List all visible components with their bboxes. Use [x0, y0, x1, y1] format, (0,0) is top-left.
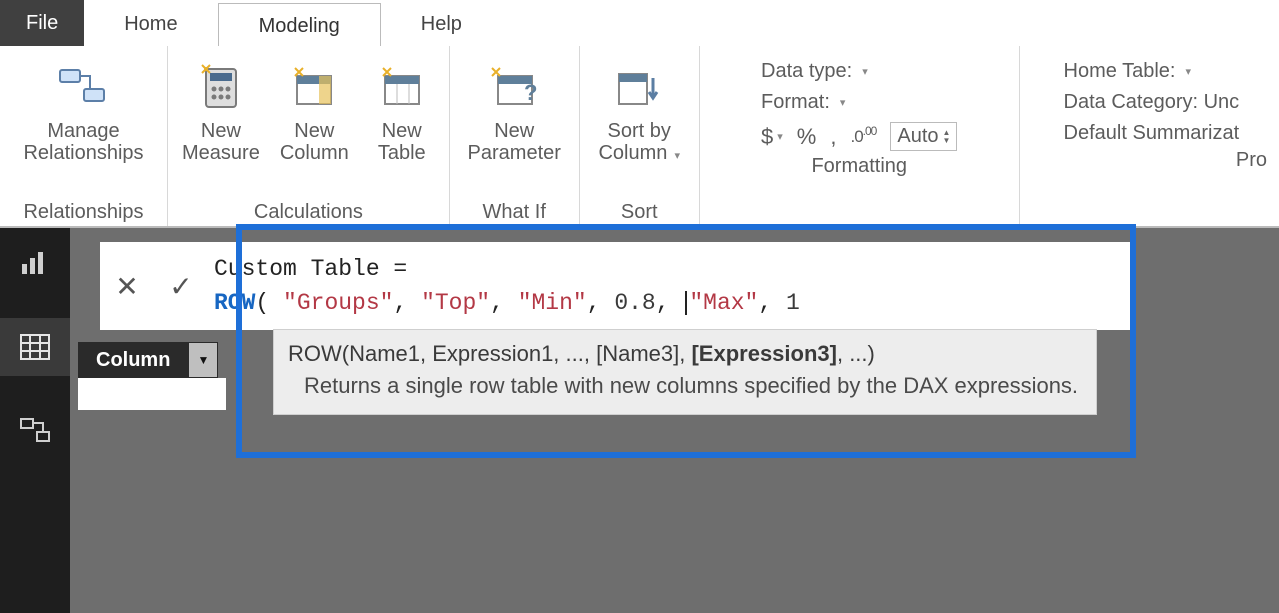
sort-by-column-button[interactable]: Sort by Column ▾	[592, 56, 686, 171]
default-summarization-dropdown[interactable]: Default Summarizat	[1064, 122, 1240, 145]
new-table-icon	[375, 60, 429, 114]
new-column-icon	[287, 60, 341, 114]
group-label-relationships: Relationships	[23, 197, 143, 226]
view-switcher	[0, 228, 70, 613]
chevron-down-icon: ▾	[1185, 65, 1191, 78]
chevron-down-icon[interactable]: ▼	[189, 343, 217, 377]
manage-relationships-button[interactable]: Manage Relationships	[17, 56, 149, 168]
currency-button[interactable]: $ ▾	[761, 124, 783, 150]
new-parameter-button[interactable]: ? New Parameter	[462, 56, 567, 168]
spinner-icon[interactable]: ▲▼	[943, 129, 951, 145]
sort-icon	[612, 60, 666, 114]
tab-home[interactable]: Home	[84, 2, 217, 46]
ribbon: Manage Relationships Relationships New M…	[0, 46, 1279, 228]
chevron-down-icon: ▾	[840, 96, 846, 109]
thousands-button[interactable]: ,	[830, 124, 836, 150]
chevron-down-icon: ▾	[777, 130, 783, 143]
chevron-down-icon: ▾	[671, 150, 680, 162]
decimal-places-input[interactable]: Auto▲▼	[890, 122, 957, 151]
group-label-whatif: What If	[483, 197, 546, 226]
new-measure-button[interactable]: New Measure	[176, 56, 266, 168]
tab-modeling[interactable]: Modeling	[218, 3, 381, 47]
decimal-button[interactable]: .0.00	[850, 127, 876, 147]
cancel-formula-button[interactable]: ✕	[100, 242, 154, 330]
data-view-button[interactable]	[0, 318, 70, 376]
relationships-icon	[56, 60, 110, 114]
format-dropdown[interactable]: Format:▾	[761, 91, 957, 114]
percent-button[interactable]: %	[797, 124, 817, 150]
model-view-button[interactable]	[14, 410, 56, 452]
group-label-formatting: Formatting	[811, 151, 907, 180]
ribbon-tabs: File Home Modeling Help	[0, 0, 1279, 46]
new-column-button[interactable]: New Column	[274, 56, 355, 168]
data-type-dropdown[interactable]: Data type:▾	[761, 60, 957, 83]
chevron-down-icon: ▾	[862, 65, 868, 78]
calculator-icon	[194, 60, 248, 114]
new-table-button[interactable]: New Table	[363, 56, 441, 168]
data-category-dropdown[interactable]: Data Category: Unc	[1064, 91, 1240, 114]
column-selector[interactable]: Column ▼	[78, 342, 218, 378]
table-row	[78, 378, 226, 410]
group-label-calculations: Calculations	[254, 197, 363, 226]
group-label-sort: Sort	[621, 197, 658, 226]
parameter-icon: ?	[487, 60, 541, 114]
tab-help[interactable]: Help	[381, 2, 502, 46]
report-view-button[interactable]	[14, 242, 56, 284]
commit-formula-button[interactable]: ✓	[154, 242, 208, 330]
tab-file[interactable]: File	[0, 0, 84, 46]
home-table-dropdown[interactable]: Home Table:▾	[1064, 60, 1240, 83]
highlight-overlay	[236, 224, 1136, 458]
svg-text:?: ?	[524, 80, 537, 105]
group-label-properties: Pro	[1236, 145, 1271, 174]
